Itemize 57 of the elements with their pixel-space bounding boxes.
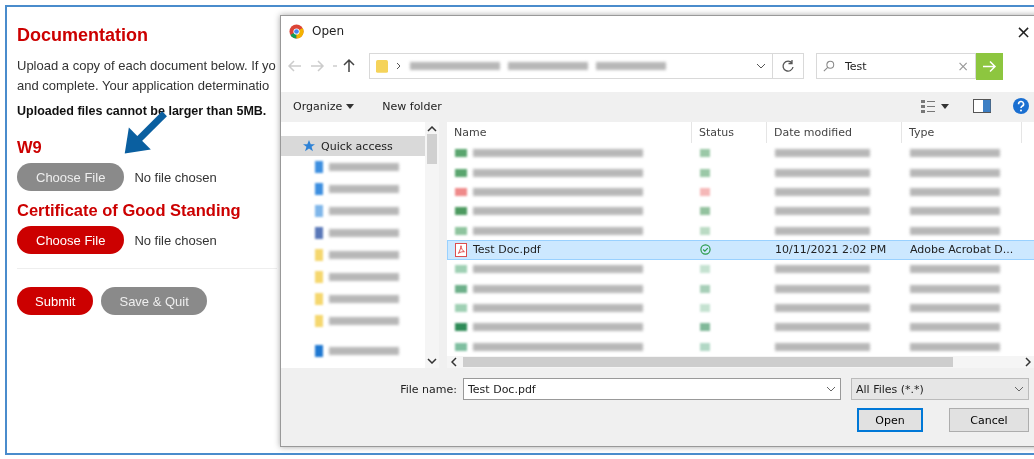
search-field[interactable]: Test × [816,53,976,79]
help-icon[interactable] [1013,98,1029,114]
scroll-up-icon[interactable] [427,126,437,132]
column-header[interactable]: Name [447,122,692,144]
file-status: No file chosen [134,169,217,185]
pdf-icon [455,242,467,257]
organize-menu[interactable]: Organize [293,99,343,113]
star-icon [303,140,315,152]
redacted-text [329,251,399,259]
dialog-title: Open [312,24,345,38]
scroll-right-icon[interactable] [1025,357,1031,368]
dropdown-icon[interactable] [826,386,836,392]
redacted-text [329,317,399,325]
redacted-text [329,347,399,355]
dropdown-icon [1014,386,1024,392]
scroll-thumb[interactable] [427,134,437,164]
folder-icon [376,58,388,74]
document-title: Certificate of Good Standing [17,201,241,220]
file-name-field[interactable]: Test Doc.pdf [463,378,841,400]
redacted-text [329,207,399,215]
redacted-text [329,185,399,193]
view-options-icon[interactable] [921,99,951,113]
scroll-thumb[interactable] [463,357,953,368]
chrome-icon [289,23,304,39]
open-button[interactable]: Open [857,408,923,432]
intro-text: and complete. Your application determinatio [17,77,270,95]
caret-icon[interactable] [346,103,355,109]
file-name-label: File name: [400,382,457,396]
file-type-dropdown[interactable]: All Files (*.*) [851,378,1029,400]
column-header[interactable]: Type [902,122,1022,144]
form-button[interactable]: Submit [17,287,94,315]
scrollbar[interactable] [447,356,1034,368]
refresh-icon[interactable] [773,53,804,79]
dropdown-icon[interactable] [756,63,766,69]
file-row[interactable]: Test Doc.pdf 10/11/2021 2:02 PM Adobe Acrobat D... [447,240,1034,260]
column-header[interactable]: Status [692,122,767,144]
redacted-text [329,295,399,303]
new-folder-button[interactable]: New folder [382,99,442,113]
choose-file-button[interactable]: Choose File [17,226,125,254]
scrollbar[interactable] [425,122,439,368]
page-heading: Documentation [17,25,148,46]
navigation-arrows-icon[interactable] [287,58,357,74]
scroll-left-icon[interactable] [451,357,457,368]
preview-pane-icon[interactable] [973,99,991,113]
close-button[interactable]: × [1015,20,1031,42]
chevron-icon [396,62,402,70]
column-header[interactable]: Date modified [767,122,902,144]
intro-text: Upload a copy of each document below. If yo [17,57,276,75]
redacted-text [329,273,399,281]
scroll-down-icon[interactable] [427,358,437,364]
redacted-text [329,163,399,171]
redacted-text [329,229,399,237]
quick-access-item[interactable]: Quick access [281,136,425,156]
search-icon [823,60,835,72]
file-status: No file chosen [134,232,217,248]
document-title: W9 [17,138,42,157]
cancel-button[interactable]: Cancel [949,408,1029,432]
